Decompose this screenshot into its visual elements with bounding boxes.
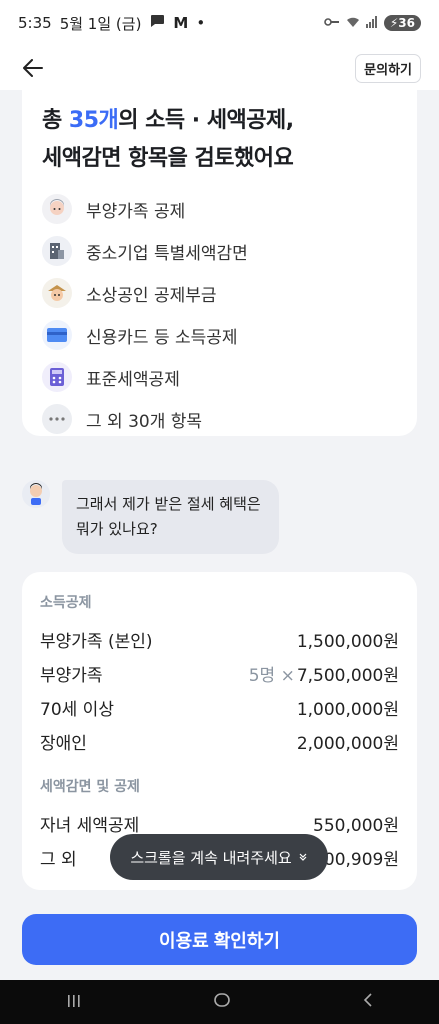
building-icon	[42, 236, 72, 266]
list-item: 표준세액공제	[42, 356, 397, 398]
table-row: 70세 이상 1,000,000원	[40, 699, 399, 720]
scroll-hint-toast[interactable]: 스크롤을 계속 내려주세요	[110, 834, 328, 880]
wifi-icon	[346, 16, 360, 31]
dot-icon: •	[196, 14, 206, 32]
merchant-icon	[42, 278, 72, 308]
arrow-left-icon	[23, 59, 43, 77]
gmail-icon: M	[173, 14, 189, 32]
check-fee-button[interactable]: 이용료 확인하기	[22, 914, 417, 965]
battery-level: 36	[398, 16, 415, 30]
reviewed-count: 35개	[68, 108, 119, 133]
recent-apps-icon[interactable]	[66, 992, 82, 1013]
main-content[interactable]: 총 35개의 소득 · 세액공제, 세액감면 항목을 검토했어요 부양가족 공제…	[0, 90, 439, 980]
list-item: 부양가족 공제	[42, 188, 397, 230]
list-item: 소상공인 공제부금	[42, 272, 397, 314]
chevron-down-icon	[299, 853, 307, 861]
list-item: 그 외 30개 항목	[42, 398, 397, 440]
status-time: 5:35	[18, 14, 52, 32]
chat-question: 그래서 제가 받은 절세 혜택은 뭐가 있나요?	[22, 480, 417, 554]
income-deduction-title: 소득공제	[40, 595, 92, 611]
summary-card: 총 35개의 소득 · 세액공제, 세액감면 항목을 검토했어요 부양가족 공제…	[22, 90, 417, 436]
key-icon	[324, 16, 340, 30]
back-button[interactable]	[18, 53, 48, 83]
message-icon	[149, 14, 165, 32]
family-icon	[42, 194, 72, 224]
inquiry-button[interactable]: 문의하기	[355, 53, 421, 83]
table-row: 부양가족 5명 × 7,500,000원	[40, 665, 399, 686]
tax-credit-title: 세액감면 및 공제	[40, 779, 140, 795]
status-bar: 5:35 5월 1일 (금) M • ⚡36	[0, 0, 439, 46]
battery-icon: ⚡36	[383, 15, 421, 31]
status-date: 5월 1일 (금)	[59, 14, 142, 33]
avatar	[22, 480, 50, 508]
question-bubble: 그래서 제가 받은 절세 혜택은 뭐가 있나요?	[62, 480, 279, 554]
system-nav-bar	[0, 980, 439, 1024]
reviewed-items-list: 부양가족 공제 중소기업 특별세액감면 소상공인 공제부금 신용카드 등 소득공…	[42, 188, 397, 440]
table-row: 부양가족 (본인) 1,500,000원	[40, 631, 399, 652]
calculator-icon	[42, 362, 72, 392]
app-header: 문의하기	[0, 46, 439, 90]
list-item: 신용카드 등 소득공제	[42, 314, 397, 356]
home-icon[interactable]	[213, 991, 231, 1014]
back-nav-icon[interactable]	[362, 992, 374, 1013]
summary-title: 총 35개의 소득 · 세액공제, 세액감면 항목을 검토했어요	[42, 108, 294, 171]
list-item: 중소기업 특별세액감면	[42, 230, 397, 272]
more-icon	[42, 404, 72, 434]
table-row: 장애인 2,000,000원	[40, 733, 399, 754]
signal-icon	[365, 15, 378, 31]
multiplier: 5명 ×	[248, 665, 295, 686]
credit-card-icon	[42, 320, 72, 350]
